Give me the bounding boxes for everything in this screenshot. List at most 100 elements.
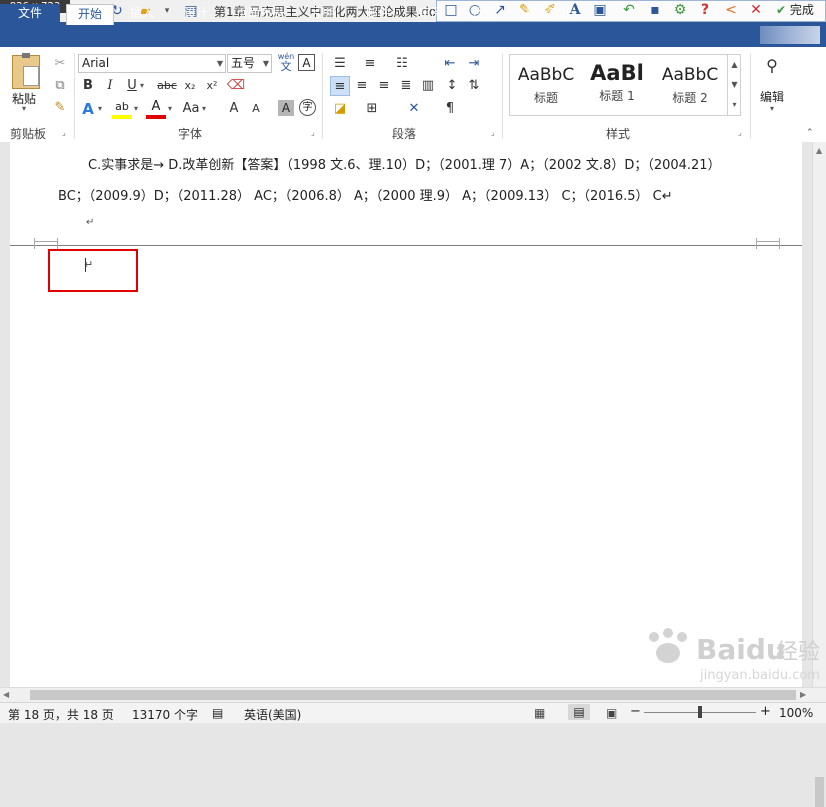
scroll-right-icon[interactable]: ▶ bbox=[800, 690, 806, 699]
line-spacing-icon[interactable]: ↕ bbox=[442, 76, 462, 96]
tab-page-layout[interactable]: 页面布局 bbox=[230, 4, 290, 25]
mosaic-tool-icon[interactable]: ▣ bbox=[591, 1, 609, 19]
phonetic-guide-button[interactable]: wén 文 bbox=[277, 52, 295, 72]
strikethrough-button[interactable]: abc bbox=[154, 76, 180, 96]
borders-icon[interactable]: ⊞ bbox=[362, 99, 382, 119]
bold-button[interactable]: B bbox=[78, 76, 98, 96]
word-count-status[interactable]: 13170 个字 bbox=[132, 706, 198, 723]
page-count-status[interactable]: 第 18 页，共 18 页 bbox=[8, 706, 114, 723]
hscroll-thumb[interactable] bbox=[30, 690, 796, 700]
font-color-icon[interactable]: A bbox=[146, 99, 166, 119]
save-capture-icon[interactable]: ▪ bbox=[646, 1, 664, 19]
zoom-in-icon[interactable]: + bbox=[760, 704, 771, 719]
scroll-thumb[interactable] bbox=[815, 777, 824, 807]
grow-font-icon[interactable]: A bbox=[224, 99, 244, 119]
tab-design[interactable]: 设计 bbox=[176, 4, 216, 25]
document-text-line[interactable]: BC；（2009.9）D；（2011.28） AC；（2006.8） A；（20… bbox=[58, 185, 673, 204]
chevron-down-icon: ▼ bbox=[216, 59, 223, 68]
shading-bucket-icon[interactable]: ◪ bbox=[330, 99, 350, 119]
clear-format-eraser-icon[interactable]: ⌫ bbox=[226, 76, 246, 96]
char-border-icon[interactable]: A bbox=[298, 54, 315, 71]
copy-icon[interactable]: ⧉ bbox=[50, 76, 70, 96]
binoculars-find-icon[interactable]: ⚲ bbox=[762, 56, 782, 76]
paragraph-launcher-icon[interactable]: ⌟ bbox=[491, 128, 495, 137]
scroll-up-icon[interactable]: ▲ bbox=[816, 146, 822, 155]
vertical-scrollbar[interactable]: ▲ bbox=[812, 142, 826, 807]
tab-view[interactable]: 视图 bbox=[464, 4, 504, 25]
styles-scroll-controls[interactable]: ▲ ▼ ▾ bbox=[727, 55, 741, 115]
scroll-left-icon[interactable]: ◀ bbox=[3, 690, 9, 699]
increase-indent-icon[interactable]: ⇥ bbox=[464, 54, 484, 74]
zoom-level[interactable]: 100% bbox=[779, 706, 813, 720]
highlight-dropdown-icon[interactable]: ▾ bbox=[134, 104, 138, 113]
tab-references[interactable]: 引用 bbox=[305, 4, 345, 25]
distributed-icon[interactable]: ▥ bbox=[418, 76, 438, 96]
superscript-button[interactable]: x² bbox=[202, 76, 222, 96]
justify-icon[interactable]: ≣ bbox=[396, 76, 416, 96]
paste-dropdown-icon[interactable]: ▾ bbox=[22, 104, 26, 113]
undo-capture-icon[interactable]: ↶ bbox=[620, 1, 638, 19]
page-break-line bbox=[10, 245, 802, 246]
underline-button[interactable]: U bbox=[122, 76, 142, 96]
underline-dropdown-icon[interactable]: ▾ bbox=[140, 81, 144, 90]
font-size-combo[interactable]: 五号 ▼ bbox=[227, 54, 272, 73]
enclose-char-icon[interactable]: 字 bbox=[299, 99, 316, 116]
numbering-icon[interactable]: ≡ bbox=[360, 54, 380, 74]
italic-button[interactable]: I bbox=[100, 76, 120, 96]
zoom-out-icon[interactable]: − bbox=[630, 704, 641, 719]
decrease-indent-icon[interactable]: ⇤ bbox=[440, 54, 460, 74]
format-painter-icon[interactable]: ✎ bbox=[50, 98, 70, 118]
sort-icon[interactable]: ⇅ bbox=[464, 76, 484, 96]
tab-mailings[interactable]: 邮件 bbox=[358, 4, 398, 25]
styles-launcher-icon[interactable]: ⌟ bbox=[738, 128, 742, 137]
change-case-dropdown-icon[interactable]: ▾ bbox=[202, 104, 206, 113]
read-mode-icon[interactable]: ▦ bbox=[534, 706, 545, 720]
change-case-icon[interactable]: Aa bbox=[180, 99, 202, 119]
bullets-icon[interactable]: ☰ bbox=[330, 54, 350, 74]
done-button[interactable]: ✔ 完成 bbox=[776, 1, 814, 19]
font-launcher-icon[interactable]: ⌟ bbox=[311, 128, 315, 137]
style-item-heading-1[interactable]: AaBl 标题 1 bbox=[582, 55, 652, 115]
multilevel-list-icon[interactable]: ☷ bbox=[392, 54, 412, 74]
text-effects-icon[interactable]: A bbox=[78, 99, 98, 119]
tab-foxit-pdf[interactable]: 福昕PDF bbox=[518, 4, 580, 25]
collapse-ribbon-icon[interactable]: ⌃ bbox=[806, 128, 814, 138]
shrink-font-icon[interactable]: A bbox=[246, 99, 266, 119]
text-effects-dropdown-icon[interactable]: ▾ bbox=[98, 104, 102, 113]
account-area[interactable] bbox=[760, 26, 820, 44]
chinese-layout-icon[interactable]: ✕ bbox=[404, 99, 424, 119]
align-center-icon[interactable]: ≡ bbox=[352, 76, 372, 96]
share-icon[interactable]: < bbox=[722, 1, 740, 19]
style-item-heading-2[interactable]: AaBbC 标题 2 bbox=[654, 55, 726, 115]
language-status[interactable]: 英语(美国) bbox=[244, 706, 301, 723]
document-text-line[interactable]: C.实事求是→ D.改革创新【答案】（1998 文.6、理.10）D；（2001… bbox=[88, 154, 721, 173]
clipboard-launcher-icon[interactable]: ⌟ bbox=[62, 128, 66, 137]
settings-gear-icon[interactable]: ⚙ bbox=[671, 1, 689, 19]
char-shading-icon[interactable]: A bbox=[278, 100, 294, 116]
document-page[interactable] bbox=[10, 142, 802, 687]
print-layout-icon[interactable]: ▤ bbox=[568, 704, 590, 720]
subscript-button[interactable]: x₂ bbox=[180, 76, 200, 96]
tab-review[interactable]: 审阅 bbox=[411, 4, 451, 25]
editing-button[interactable]: 编辑 bbox=[760, 88, 784, 105]
tab-file[interactable]: 文件 bbox=[0, 4, 60, 25]
style-item-title[interactable]: AaBbC 标题 bbox=[510, 55, 582, 115]
editing-dropdown-icon[interactable]: ▾ bbox=[770, 104, 774, 113]
show-marks-icon[interactable]: ¶ bbox=[440, 99, 460, 119]
close-icon[interactable]: ✕ bbox=[747, 1, 765, 19]
cut-scissors-icon[interactable]: ✂ bbox=[50, 54, 70, 74]
help-icon[interactable]: ? bbox=[696, 1, 714, 19]
paste-clipboard-icon[interactable] bbox=[12, 53, 40, 89]
align-right-icon[interactable]: ≡ bbox=[374, 76, 394, 96]
horizontal-scrollbar[interactable]: ◀ ▶ bbox=[0, 687, 826, 702]
tab-home[interactable]: 开始 bbox=[66, 4, 114, 25]
style-name: 标题 bbox=[533, 91, 558, 105]
font-color-dropdown-icon[interactable]: ▾ bbox=[168, 104, 172, 113]
web-layout-icon[interactable]: ▣ bbox=[606, 706, 617, 720]
zoom-slider-thumb[interactable] bbox=[698, 706, 702, 718]
font-name-combo[interactable]: Arial ▼ bbox=[78, 54, 226, 73]
highlight-icon[interactable]: ab bbox=[112, 99, 132, 119]
tab-insert[interactable]: 插入 bbox=[122, 4, 162, 25]
proofing-icon[interactable]: ▤ bbox=[212, 706, 223, 720]
align-left-icon[interactable]: ≡ bbox=[330, 76, 350, 96]
